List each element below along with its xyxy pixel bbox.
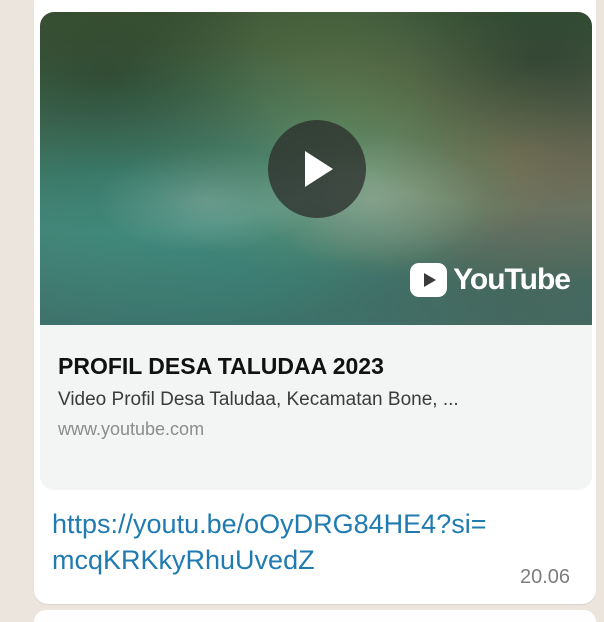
preview-domain: www.youtube.com [58,419,205,439]
link-preview-card[interactable]: YouTube PROFIL DESA TALUDAA 2023 Video P… [40,12,592,490]
message-timestamp: 20.06 [520,566,571,588]
youtube-wordmark: YouTube [453,263,571,296]
preview-description: Video Profil Desa Taludaa, Kecamatan Bon… [58,389,459,410]
youtube-play-icon [410,263,448,297]
preview-title: PROFIL DESA TALUDAA 2023 [58,353,384,379]
message-link[interactable]: https://youtu.be/oOyDRG84HE4?si= mcqKRKk… [52,506,582,578]
link-line-2[interactable]: mcqKRKkyRhuUvedZ [52,545,315,575]
youtube-logo: YouTube [410,262,571,298]
preview-meta: PROFIL DESA TALUDAA 2023 Video Profil De… [58,352,578,440]
next-message-bubble [34,610,596,622]
link-line-1[interactable]: https://youtu.be/oOyDRG84HE4?si= [52,509,486,539]
play-icon [305,151,333,187]
video-thumbnail[interactable]: YouTube [40,12,592,325]
play-button[interactable] [268,120,366,218]
